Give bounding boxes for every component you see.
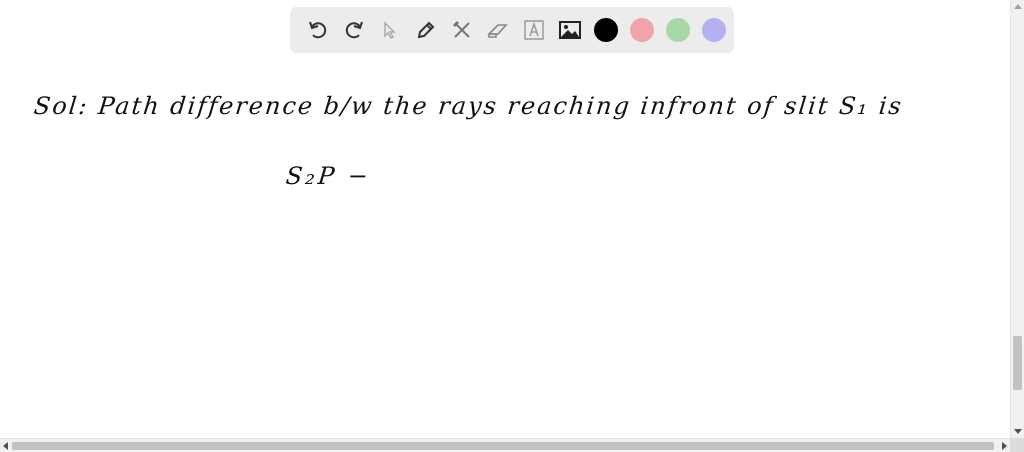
handwritten-expression-line: S₂P − [284,162,373,190]
redo-button[interactable] [336,12,372,48]
tools-icon [452,20,470,38]
select-arrow-icon [384,21,396,39]
eraser-button[interactable] [480,12,516,48]
undo-icon [309,21,327,39]
scroll-left-arrow-icon[interactable] [3,442,8,450]
image-button[interactable] [552,12,588,48]
redo-icon [345,21,363,39]
drawing-toolbar [290,7,734,53]
color-swatch-pink[interactable] [630,18,654,42]
pen-icon [417,21,435,39]
horizontal-scrollbar[interactable] [0,438,1010,452]
select-button[interactable] [372,12,408,48]
scroll-down-arrow-icon[interactable] [1014,429,1022,434]
whiteboard-canvas[interactable]: Sol: Path difference b/w the rays reachi… [0,0,1010,438]
scrollbar-corner [1010,438,1024,452]
scroll-right-arrow-icon[interactable] [1002,442,1007,450]
vertical-scrollbar[interactable] [1010,0,1024,438]
vertical-scroll-thumb[interactable] [1013,336,1022,390]
tools-button[interactable] [444,12,480,48]
eraser-icon [487,24,508,38]
undo-button[interactable] [300,12,336,48]
pen-button[interactable] [408,12,444,48]
horizontal-scroll-thumb[interactable] [12,442,994,450]
image-icon [559,21,581,39]
text-box-icon [524,20,544,40]
scroll-up-arrow-icon[interactable] [1014,4,1022,9]
text-button[interactable] [516,12,552,48]
color-swatch-black[interactable] [594,18,618,42]
color-swatch-green[interactable] [666,18,690,42]
handwritten-solution-line: Sol: Path difference b/w the rays reachi… [32,92,905,120]
color-swatch-purple[interactable] [702,18,726,42]
